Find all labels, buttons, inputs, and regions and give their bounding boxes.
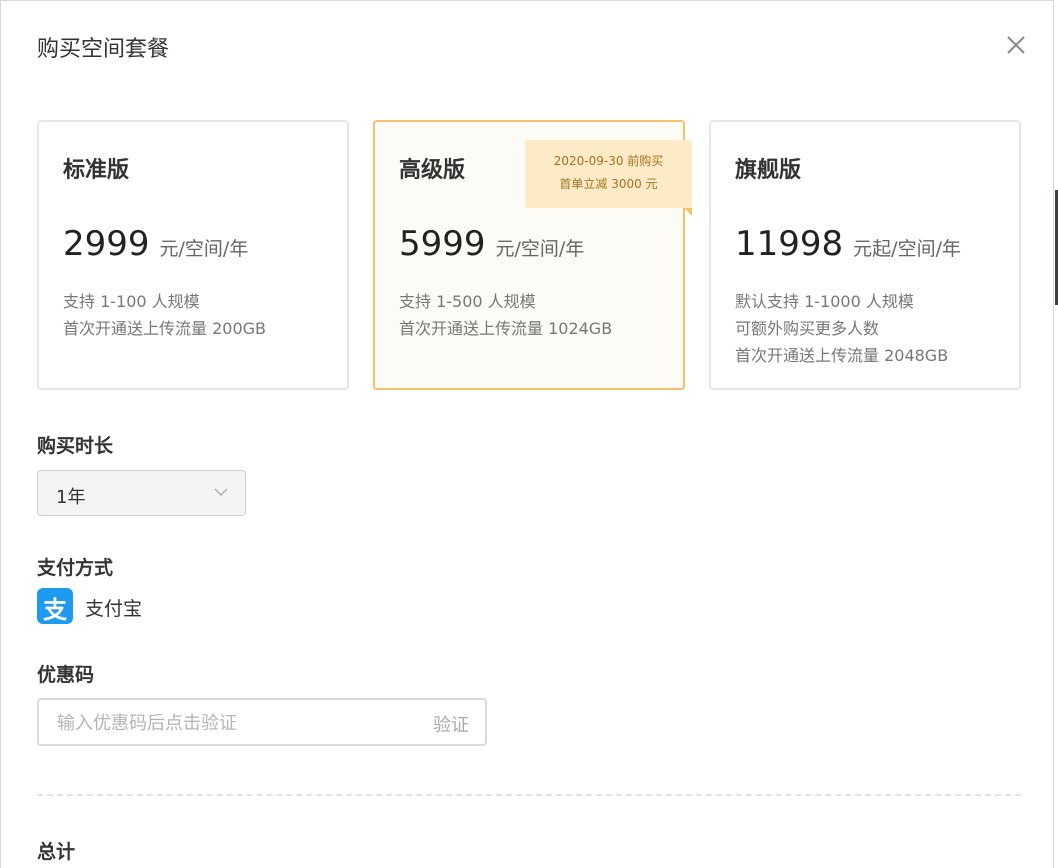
verify-button[interactable]: 验证: [433, 711, 469, 737]
plan-card-flagship[interactable]: 旗舰版 11998 元起/空间/年 默认支持 1-1000 人规模 可额外购买更多…: [709, 120, 1021, 390]
promo-badge: 2020-09-30 前购买 首单立减 3000 元: [525, 140, 692, 216]
plan-card-advanced[interactable]: 高级版 2020-09-30 前购买 首单立减 3000 元 5999 元/空间/…: [373, 120, 692, 390]
close-icon[interactable]: [1002, 31, 1030, 59]
plan-description: 默认支持 1-1000 人规模 可额外购买更多人数 首次开通送上传流量 2048…: [735, 288, 948, 369]
plan-price: 2999 元/空间/年: [63, 224, 248, 264]
plan-card-standard[interactable]: 标准版 2999 元/空间/年 支持 1-100 人规模 首次开通送上传流量 20…: [37, 120, 349, 390]
coupon-input[interactable]: [55, 710, 389, 736]
plan-price-value: 5999: [399, 224, 486, 264]
total-label: 总计: [37, 841, 76, 863]
payment-label: 支付方式: [37, 557, 114, 579]
plan-name: 旗舰版: [735, 158, 802, 183]
plan-desc-line: 默认支持 1-1000 人规模: [735, 292, 914, 311]
plan-desc-line: 首次开通送上传流量 200GB: [63, 319, 267, 338]
dialog-title: 购买空间套餐: [37, 37, 170, 62]
chevron-down-icon: [214, 488, 228, 496]
alipay-glyph: 支: [43, 596, 67, 624]
plan-name: 标准版: [63, 158, 130, 183]
promo-line: 首单立减 3000 元: [559, 177, 658, 191]
plan-desc-line: 首次开通送上传流量 2048GB: [735, 346, 949, 365]
purchase-dialog: 购买空间套餐 标准版 2999 元/空间/年 支持 1-100 人规模 首次开通送…: [0, 0, 1054, 868]
alipay-icon: 支: [37, 588, 73, 624]
plan-price-value: 2999: [63, 224, 150, 264]
plan-description: 支持 1-100 人规模 首次开通送上传流量 200GB: [63, 288, 266, 342]
plan-price: 11998 元起/空间/年: [735, 224, 961, 264]
duration-value: 1年: [56, 487, 86, 508]
plan-price-value: 11998: [735, 224, 844, 264]
plan-desc-line: 支持 1-100 人规模: [63, 292, 200, 311]
plan-description: 支持 1-500 人规模 首次开通送上传流量 1024GB: [399, 288, 612, 342]
duration-label: 购买时长: [37, 435, 114, 457]
plan-price: 5999 元/空间/年: [399, 224, 584, 264]
plan-price-unit: 元起/空间/年: [853, 238, 961, 260]
plan-desc-line: 支持 1-500 人规模: [399, 292, 536, 311]
divider: [37, 794, 1021, 796]
promo-line: 2020-09-30 前购买: [553, 154, 664, 168]
coupon-field: 验证: [37, 698, 487, 746]
plan-desc-line: 首次开通送上传流量 1024GB: [399, 319, 613, 338]
plan-price-unit: 元/空间/年: [159, 238, 249, 260]
plan-price-unit: 元/空间/年: [495, 238, 585, 260]
plan-desc-line: 可额外购买更多人数: [735, 319, 880, 338]
duration-select[interactable]: 1年: [37, 470, 246, 516]
coupon-label: 优惠码: [37, 664, 95, 686]
payment-method-name: 支付宝: [85, 598, 143, 620]
plan-name: 高级版: [399, 158, 466, 183]
